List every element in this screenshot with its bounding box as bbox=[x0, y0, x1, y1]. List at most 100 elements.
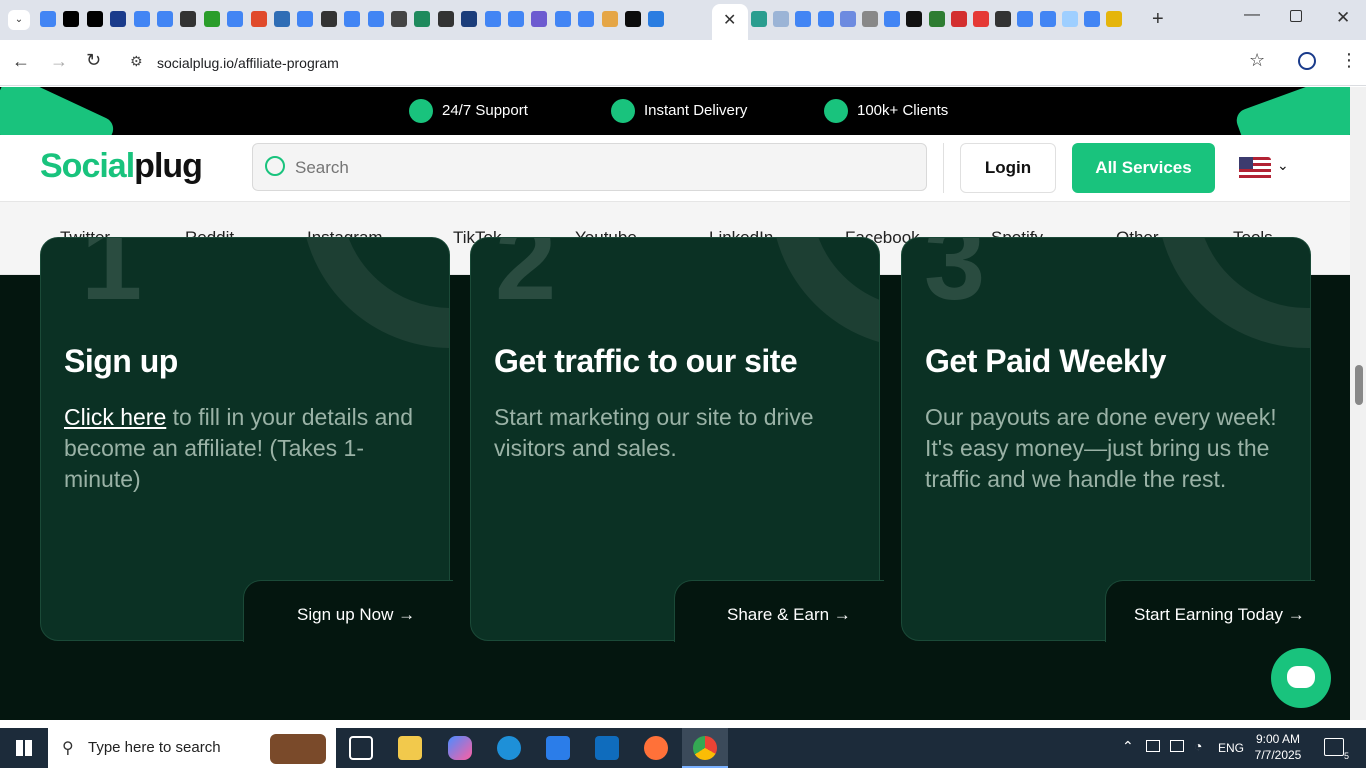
scrollbar-thumb[interactable] bbox=[1355, 365, 1363, 405]
page-scrollbar[interactable] bbox=[1350, 87, 1366, 720]
new-tab-button[interactable]: + bbox=[1152, 8, 1164, 31]
tab-favicon-icon[interactable] bbox=[995, 11, 1012, 27]
notification-icon[interactable]: 5 bbox=[1324, 738, 1349, 761]
site-info-icon[interactable]: ⚙ bbox=[130, 53, 143, 70]
tab-favicon-icon[interactable] bbox=[578, 11, 595, 27]
tab-favicon-icon[interactable] bbox=[461, 11, 478, 27]
network-icon[interactable] bbox=[1170, 740, 1184, 752]
forward-button[interactable]: → bbox=[50, 51, 68, 72]
search-box[interactable] bbox=[252, 143, 927, 191]
tab-favicon-icon[interactable] bbox=[344, 11, 361, 27]
active-tab[interactable]: ✕ bbox=[712, 4, 748, 40]
tab-favicon-icon[interactable] bbox=[973, 11, 989, 27]
tab-favicon-icon[interactable] bbox=[63, 11, 80, 27]
tab-favicon-icon[interactable] bbox=[40, 11, 56, 27]
menu-icon[interactable]: ⋮ bbox=[1340, 50, 1358, 71]
address-bar[interactable]: ⚙ socialplug.io/affiliate-program bbox=[120, 45, 1280, 81]
arrow-right-icon: → bbox=[833, 605, 851, 624]
tab-favicon-icon[interactable] bbox=[508, 11, 524, 27]
task-view-icon[interactable] bbox=[349, 736, 373, 760]
tab-favicon-icon[interactable] bbox=[531, 11, 548, 27]
wifi-icon[interactable]: ◔ bbox=[1194, 738, 1202, 754]
tab-favicon-icon[interactable] bbox=[906, 11, 923, 27]
tab-favicon-icon[interactable] bbox=[1017, 11, 1034, 27]
file-explorer-icon[interactable] bbox=[398, 736, 422, 760]
close-tab-icon[interactable]: ✕ bbox=[723, 10, 736, 30]
language-indicator[interactable]: ENG bbox=[1218, 741, 1244, 755]
tab-favicon-icon[interactable] bbox=[391, 11, 407, 27]
card-title: Get traffic to our site bbox=[494, 343, 798, 379]
tab-favicon-icon[interactable] bbox=[625, 11, 641, 27]
tab-favicon-icon[interactable] bbox=[203, 11, 220, 27]
tab-favicon-icon[interactable] bbox=[367, 11, 384, 27]
chat-button[interactable] bbox=[1271, 648, 1331, 708]
store-icon[interactable] bbox=[546, 736, 570, 760]
tab-favicon-icon[interactable] bbox=[437, 11, 454, 27]
clock[interactable]: 9:00 AM 7/7/2025 bbox=[1248, 731, 1308, 763]
tab-favicon-icon[interactable] bbox=[1084, 11, 1100, 27]
windows-start-icon[interactable] bbox=[16, 740, 32, 756]
step-number: 3 bbox=[924, 237, 986, 323]
tab-favicon-icon[interactable] bbox=[86, 11, 103, 27]
tab-favicon-icon[interactable] bbox=[274, 11, 290, 27]
tab-favicon-icon[interactable] bbox=[751, 11, 767, 27]
minimize-button[interactable]: — bbox=[1244, 6, 1260, 24]
tab-favicon-icon[interactable] bbox=[320, 11, 337, 27]
tray-chevron-up-icon[interactable]: ⌃ bbox=[1122, 738, 1134, 755]
tab-favicon-icon[interactable] bbox=[110, 11, 127, 27]
outlook-icon[interactable] bbox=[595, 736, 619, 760]
tab-favicon-icon[interactable] bbox=[133, 11, 150, 27]
star-icon bbox=[824, 99, 848, 123]
firefox-icon[interactable] bbox=[644, 736, 668, 760]
edge-icon[interactable] bbox=[497, 736, 521, 760]
tab-favicon-icon[interactable] bbox=[297, 11, 314, 27]
sign-up-now-link[interactable]: Sign up Now → bbox=[297, 605, 415, 625]
logo-part1: Social bbox=[40, 147, 135, 185]
tab-favicon-icon[interactable] bbox=[928, 11, 945, 27]
tab-favicon-icon[interactable] bbox=[839, 11, 856, 27]
tab-favicon-icon[interactable] bbox=[817, 11, 834, 27]
tab-favicon-icon[interactable] bbox=[1039, 11, 1056, 27]
search-input[interactable] bbox=[295, 156, 895, 180]
profile-icon[interactable] bbox=[1298, 52, 1316, 70]
tab-search-button[interactable]: ⌄ bbox=[8, 10, 30, 30]
tab-favicon-icon[interactable] bbox=[157, 11, 173, 27]
tab-favicon-icon[interactable] bbox=[601, 11, 618, 27]
login-button[interactable]: Login bbox=[960, 143, 1056, 193]
share-earn-link[interactable]: Share & Earn → bbox=[727, 605, 851, 625]
tab-favicon-icon[interactable] bbox=[1061, 11, 1078, 27]
tab-favicon-icon[interactable] bbox=[180, 11, 197, 27]
bookmark-star-icon[interactable]: ☆ bbox=[1249, 50, 1265, 71]
copilot-icon[interactable] bbox=[448, 736, 472, 760]
meet-icon[interactable] bbox=[1146, 740, 1160, 752]
start-earning-link[interactable]: Start Earning Today → bbox=[1134, 605, 1305, 625]
tab-favicon-icon[interactable] bbox=[250, 11, 267, 27]
tab-favicon-icon[interactable] bbox=[773, 11, 790, 27]
socialplug-logo[interactable]: Socialplug bbox=[40, 147, 203, 186]
reload-button[interactable]: ↻ bbox=[86, 50, 101, 71]
step-number: 1 bbox=[81, 237, 143, 323]
restore-button[interactable] bbox=[1290, 10, 1302, 22]
tab-favicon-icon[interactable] bbox=[414, 11, 431, 27]
back-button[interactable]: ← bbox=[12, 51, 30, 72]
chat-bubbles-icon bbox=[1287, 666, 1315, 688]
tab-favicon-icon[interactable] bbox=[1106, 11, 1123, 27]
tab-favicon-icon[interactable] bbox=[648, 11, 665, 27]
us-flag-icon[interactable] bbox=[1239, 157, 1271, 181]
click-here-link[interactable]: Click here bbox=[64, 404, 166, 430]
tab-favicon-icon[interactable] bbox=[950, 11, 967, 27]
tab-favicon-icon[interactable] bbox=[884, 11, 901, 27]
url-text[interactable]: socialplug.io/affiliate-program bbox=[157, 55, 339, 71]
close-window-button[interactable]: ✕ bbox=[1336, 8, 1350, 28]
tab-favicon-icon[interactable] bbox=[862, 11, 878, 27]
tab-favicon-icon[interactable] bbox=[795, 11, 812, 27]
tab-favicon-icon[interactable] bbox=[227, 11, 244, 27]
card-title: Sign up bbox=[64, 343, 178, 379]
all-services-button[interactable]: All Services bbox=[1072, 143, 1215, 193]
tab-favicon-icon[interactable] bbox=[484, 11, 501, 27]
chrome-icon bbox=[693, 736, 717, 760]
chevron-down-icon[interactable]: ⌄ bbox=[1277, 157, 1289, 174]
tab-favicon-icon[interactable] bbox=[554, 11, 571, 27]
taskbar-search[interactable]: ⚲ Type here to search bbox=[48, 728, 336, 768]
chrome-taskbar-active[interactable] bbox=[682, 728, 728, 768]
